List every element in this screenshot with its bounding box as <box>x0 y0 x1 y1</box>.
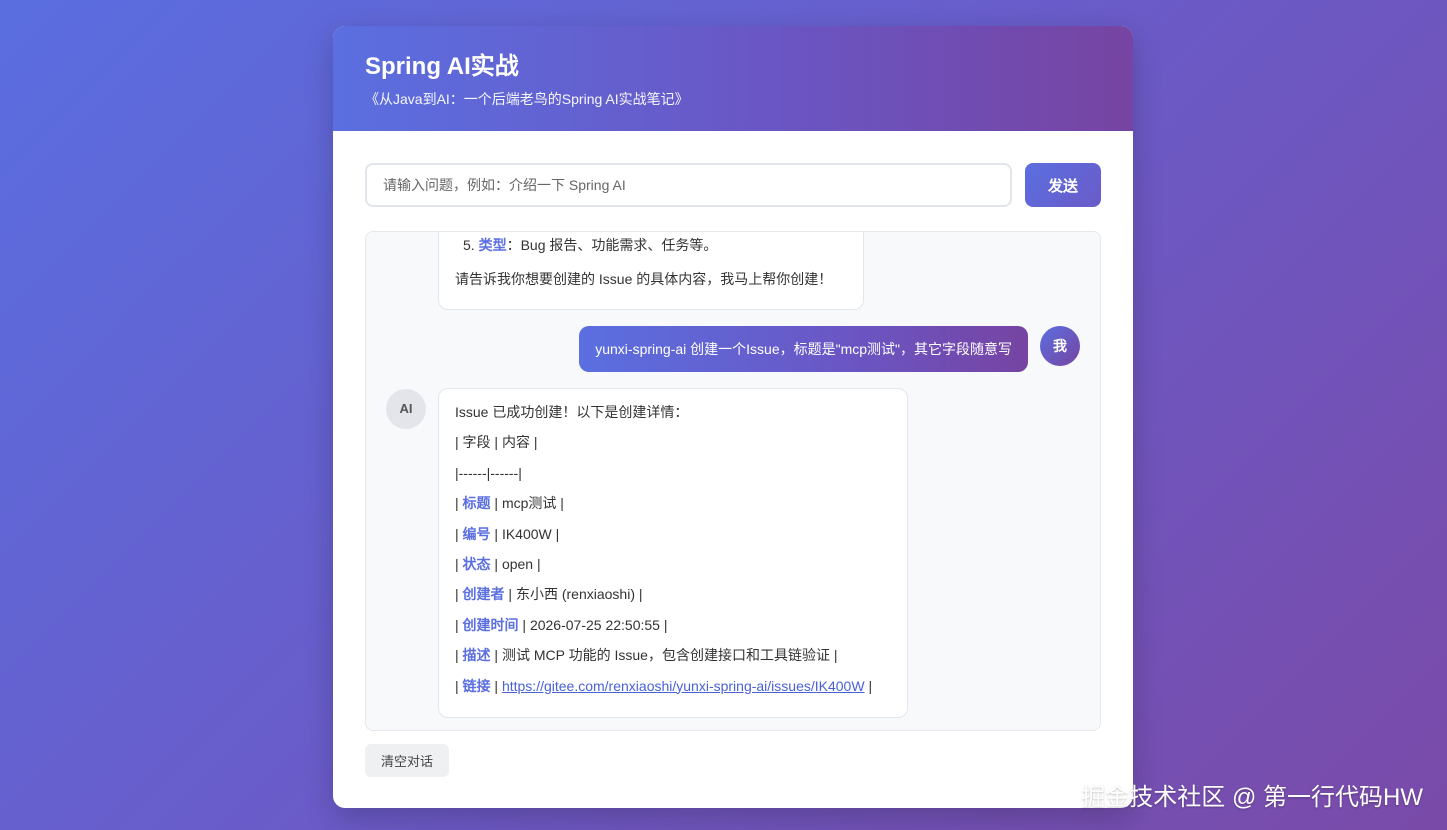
table-row: | 创建者 | 东小西 (renxiaoshi) | <box>455 586 643 603</box>
table-separator: |------|------| <box>455 464 522 481</box>
ai-intro: Issue 已成功创建！以下是创建详情： <box>455 404 689 420</box>
send-button[interactable]: 发送 <box>1025 163 1101 207</box>
input-row: 发送 <box>365 163 1101 207</box>
previous-ai-message: 5. 类型：Bug 报告、功能需求、任务等。 请告诉我你想要创建的 Issue … <box>438 232 864 310</box>
user-message-row: yunxi-spring-ai 创建一个Issue，标题是"mcp测试"，其它字… <box>579 326 1080 372</box>
ai-message: Issue 已成功创建！以下是创建详情： | 字段 | 内容 | |------… <box>438 388 908 718</box>
table-row: | 状态 | open | <box>455 555 541 572</box>
issue-link[interactable]: https://gitee.com/renxiaoshi/yunxi-sprin… <box>502 678 865 694</box>
list-item: 5. 类型：Bug 报告、功能需求、任务等。 <box>463 237 718 253</box>
ai-avatar: AI <box>386 389 426 429</box>
table-row: | 标题 | mcp测试 | <box>455 495 564 512</box>
table-row: | 编号 | IK400W | <box>455 525 560 542</box>
table-row: | 创建时间 | 2026-07-25 22:50:55 | <box>455 616 668 633</box>
header: Spring AI实战 《从Java到AI：一个后端老鸟的Spring AI实战… <box>333 26 1133 131</box>
user-avatar: 我 <box>1040 326 1080 366</box>
page-title: Spring AI实战 <box>365 53 519 80</box>
table-header: | 字段 | 内容 | <box>455 434 538 451</box>
table-row: | 描述 | 测试 MCP 功能的 Issue，包含创建接口和工具链验证 | <box>455 647 838 664</box>
clear-chat-button[interactable]: 清空对话 <box>365 744 449 777</box>
chat-card: Spring AI实战 《从Java到AI：一个后端老鸟的Spring AI实战… <box>333 26 1133 808</box>
page-subtitle: 《从Java到AI：一个后端老鸟的Spring AI实战笔记》 <box>365 91 689 107</box>
closing-text: 请告诉我你想要创建的 Issue 的具体内容，我马上帮你创建！ <box>455 271 833 287</box>
user-message: yunxi-spring-ai 创建一个Issue，标题是"mcp测试"，其它字… <box>579 326 1028 372</box>
chat-history[interactable]: 5. 类型：Bug 报告、功能需求、任务等。 请告诉我你想要创建的 Issue … <box>365 231 1101 731</box>
question-input[interactable] <box>365 163 1012 207</box>
watermark: 掘金技术社区 @ 第一行代码HW <box>1081 784 1423 811</box>
table-row-link: | 链接 | https://gitee.com/renxiaoshi/yunx… <box>455 677 873 694</box>
